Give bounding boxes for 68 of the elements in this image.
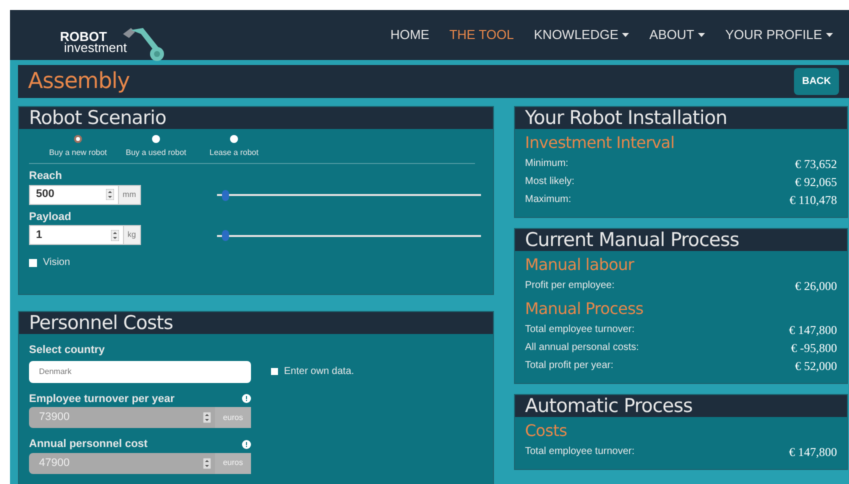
panel-title: Your Robot Installation [525, 107, 728, 129]
row-value: € 147,800 [789, 322, 837, 339]
section-heading: Manual Process [525, 298, 644, 320]
panel-title: Automatic Process [525, 395, 692, 417]
slider-track[interactable] [217, 190, 481, 200]
row-label: Most likely: [525, 175, 574, 189]
spinner-icon[interactable] [110, 230, 119, 240]
panel-title: Personnel Costs [29, 312, 173, 334]
slider-track[interactable] [217, 230, 481, 241]
nav-link[interactable]: HOME [390, 25, 430, 45]
row-label: Minimum: [525, 157, 568, 171]
nav-link[interactable]: THE TOOL [449, 25, 514, 45]
row-label: Total employee turnover: [525, 445, 635, 459]
slider-thumb[interactable] [222, 190, 230, 200]
checkbox[interactable] [29, 258, 37, 266]
row-label: Profit per employee: [525, 279, 614, 293]
unit-label: euros [214, 407, 251, 428]
section-heading: Manual labour [525, 254, 636, 276]
page-title: Assembly [28, 68, 130, 96]
info-icon[interactable] [242, 440, 251, 449]
radio-label: Buy a used robot [126, 147, 186, 159]
checkbox-label: Enter own data. [284, 365, 354, 379]
radio-button[interactable] [74, 135, 82, 143]
section-heading: Investment Interval [525, 132, 676, 154]
nav-link[interactable]: ABOUT [649, 25, 706, 45]
logo-text: ROBOT [60, 30, 107, 43]
row-value: € 26,000 [795, 278, 837, 295]
row-value: € 92,065 [795, 174, 837, 191]
field-value: 73900 [38, 410, 71, 426]
info-icon[interactable] [242, 394, 251, 404]
radio-label: Lease a robot [210, 147, 258, 159]
field-label: Employee turnover per year [29, 392, 175, 406]
radio-button[interactable] [230, 135, 238, 143]
nav-link[interactable]: KNOWLEDGE [534, 25, 630, 45]
field-label: Select country [29, 343, 106, 358]
country-select[interactable]: Denmark [29, 360, 251, 382]
checkbox[interactable] [271, 368, 278, 375]
field-label: Reach [29, 169, 64, 184]
section-heading: Costs [525, 420, 568, 442]
checkbox-label: Vision [43, 256, 70, 270]
row-label: All annual personal costs: [525, 341, 639, 355]
slider-thumb[interactable] [222, 230, 230, 241]
field-label: Payload [29, 210, 72, 224]
row-value: € 73,652 [795, 156, 837, 173]
row-value: € 52,000 [795, 358, 837, 375]
field-value: 500 [35, 187, 56, 202]
row-label: Maximum: [525, 193, 572, 207]
unit-label: mm [118, 186, 140, 204]
nav-link[interactable]: YOUR PROFILE [725, 25, 833, 45]
back-button[interactable]: BACK [794, 68, 839, 95]
row-label: Total employee turnover: [525, 323, 635, 337]
panel-title: Current Manual Process [525, 229, 740, 251]
number-field[interactable]: 1 kg [29, 225, 141, 245]
row-value: € -95,800 [791, 340, 837, 357]
logo-subtext: investment [64, 41, 127, 54]
field-value: 47900 [38, 456, 71, 471]
unit-label: kg [122, 226, 140, 244]
row-label: Total profit per year: [525, 359, 614, 373]
field-value: 1 [35, 228, 44, 243]
radio-label: Buy a new robot [49, 147, 107, 159]
row-value: € 147,800 [789, 444, 837, 461]
spinner-icon[interactable] [106, 189, 114, 200]
row-value: € 110,478 [789, 192, 837, 209]
panel-title: Robot Scenario [29, 107, 166, 129]
field-label: Annual personnel cost [29, 437, 148, 452]
unit-label: euros [214, 452, 251, 474]
number-field[interactable]: 500 mm [29, 184, 141, 204]
radio-button[interactable] [152, 135, 160, 143]
